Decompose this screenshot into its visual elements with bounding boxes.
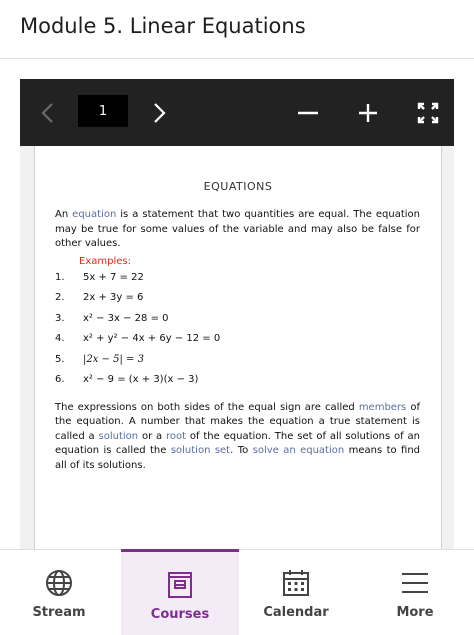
chevron-left-icon	[41, 102, 53, 123]
example-item: 3. x² − 3x − 28 = 0	[55, 309, 420, 330]
highlighted-term: members	[358, 401, 407, 413]
nav-stream[interactable]: Stream	[0, 550, 118, 633]
nav-label: Calendar	[263, 605, 329, 620]
plus-icon	[359, 103, 377, 122]
text-run: The expressions on both sides of the equ…	[55, 401, 359, 413]
example-equation: |2x − 5| = 3	[83, 353, 144, 365]
example-equation: x² − 9 = (x + 3)(x − 3)	[83, 374, 199, 385]
pdf-viewer: 1 EQUATIONS An equation is a statement t…	[20, 79, 454, 549]
viewer-toolbar: 1	[20, 79, 454, 146]
example-item: 1. 5x + 7 = 22	[55, 268, 420, 289]
example-equation: x² − 3x − 28 = 0	[83, 312, 169, 324]
courses-icon	[168, 572, 192, 598]
bottom-navigation: Stream Courses Calendar More	[0, 549, 474, 635]
zoom-in-button[interactable]	[350, 79, 386, 146]
text-run: or a	[138, 430, 166, 442]
example-equation: 5x + 7 = 22	[83, 271, 144, 283]
chevron-right-icon	[154, 102, 166, 123]
examples-label: Examples:	[79, 255, 131, 267]
example-number: 2.	[55, 292, 65, 303]
example-number: 3.	[55, 312, 65, 324]
example-item: 4. x² + y² − 4x + 6y − 12 = 0	[55, 329, 420, 350]
example-number: 5.	[55, 353, 65, 365]
text-run: An	[55, 209, 73, 220]
highlighted-term: solution set	[170, 445, 231, 456]
document-content: An equation is a statement that two quan…	[55, 208, 420, 473]
example-item: 2. 2x + 3y = 6	[55, 288, 420, 309]
fullscreen-icon	[417, 102, 439, 123]
calendar-icon	[283, 570, 309, 596]
nav-label: More	[396, 605, 434, 620]
example-equation: 2x + 3y = 6	[83, 292, 144, 303]
zoom-out-button[interactable]	[290, 79, 326, 146]
highlighted-term: equation	[72, 209, 117, 220]
examples-list: 1. 5x + 7 = 22 2. 2x + 3y = 6 3. x² − 3x − 28…	[55, 268, 420, 391]
document-title: EQUATIONS	[203, 180, 273, 193]
nav-more[interactable]: More	[356, 550, 474, 633]
example-item: 5. |2x − 5| = 3	[55, 350, 420, 371]
example-equation: x² + y² − 4x + 6y − 12 = 0	[83, 333, 221, 344]
example-item: 6. x² − 9 = (x + 3)(x − 3)	[55, 370, 420, 391]
nav-calendar[interactable]: Calendar	[237, 550, 355, 633]
minus-icon	[298, 111, 318, 114]
globe-icon	[46, 570, 72, 596]
definition-paragraph: The expressions on both sides of the equ…	[55, 401, 420, 474]
page-title: Module 5. Linear Equations	[20, 14, 306, 38]
example-number: 1.	[55, 271, 65, 283]
app-header: Module 5. Linear Equations	[0, 0, 474, 59]
document-page: EQUATIONS An equation is a statement tha…	[34, 146, 442, 549]
nav-label: Courses	[150, 607, 210, 622]
menu-icon	[402, 573, 428, 593]
text-run: . To	[230, 445, 253, 456]
page-number-input[interactable]: 1	[78, 95, 128, 127]
nav-label: Stream	[32, 605, 86, 620]
previous-page-button[interactable]	[30, 79, 66, 146]
nav-courses[interactable]: Courses	[121, 549, 239, 635]
next-page-button[interactable]	[141, 79, 177, 146]
fullscreen-button[interactable]	[410, 79, 446, 146]
intro-paragraph: An equation is a statement that two quan…	[55, 208, 420, 252]
example-number: 4.	[55, 333, 65, 344]
highlighted-term: solution	[98, 430, 139, 442]
highlighted-term: root	[166, 430, 187, 442]
example-number: 6.	[55, 374, 65, 385]
highlighted-term: solve an equation	[252, 445, 345, 456]
